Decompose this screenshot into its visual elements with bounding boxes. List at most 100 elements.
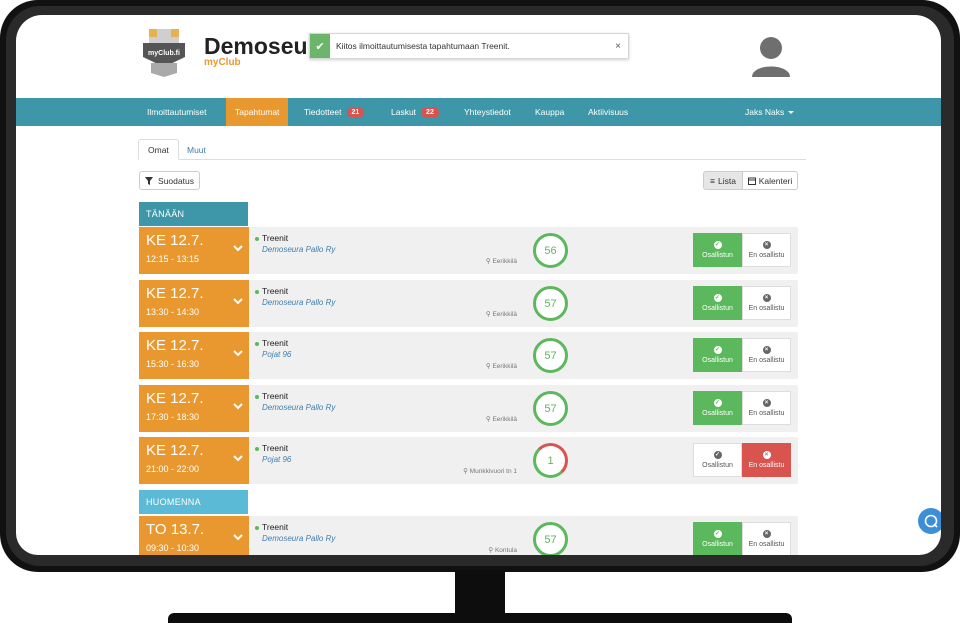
event-location-text: Eerikkilä	[492, 258, 517, 265]
event-location: ⚲ Eerikkilä	[486, 310, 517, 318]
nav-item-tapahtumat[interactable]: Tapahtumat	[226, 98, 289, 126]
event-title: Treenit	[262, 522, 289, 532]
help-chat-button[interactable]	[918, 508, 941, 534]
status-dot	[255, 526, 259, 530]
check-circle-icon: ✓	[713, 530, 722, 538]
event-group-link[interactable]: Demoseura Pallo Ry	[262, 245, 335, 254]
nav-label: Tiedotteet	[304, 107, 342, 117]
nav-item-kauppa[interactable]: Kauppa	[526, 98, 573, 126]
attend-button[interactable]: ✓ Osallistun	[693, 391, 742, 425]
attend-label: Osallistun	[702, 252, 733, 259]
not-attend-button[interactable]: × En osallistu	[742, 338, 791, 372]
event-row[interactable]: TO 13.7. 09:30 - 10:30 Treenit Demoseura…	[139, 516, 798, 555]
event-time: 12:15 - 13:15	[146, 254, 200, 264]
not-attend-button[interactable]: × En osallistu	[742, 443, 791, 477]
nav-item-yhteystiedot[interactable]: Yhteystiedot	[455, 98, 520, 126]
x-circle-icon: ×	[762, 530, 771, 538]
nav-label: Ilmoittautumiset	[147, 107, 207, 117]
chevron-down-icon[interactable]	[233, 243, 243, 253]
attend-button[interactable]: ✓ Osallistun	[693, 522, 742, 555]
filter-button[interactable]: Suodatus	[139, 171, 200, 190]
not-attend-button[interactable]: × En osallistu	[742, 233, 791, 267]
close-icon[interactable]: ×	[608, 41, 628, 52]
tab-muut[interactable]: Muut	[178, 139, 215, 160]
x-circle-icon: ×	[762, 451, 771, 459]
status-dot	[255, 447, 259, 451]
attend-label: Osallistun	[702, 305, 733, 312]
event-row[interactable]: KE 12.7. 12:15 - 13:15 Treenit Demoseura…	[139, 227, 798, 274]
chevron-down-icon[interactable]	[233, 453, 243, 463]
attend-button[interactable]: ✓ Osallistun	[693, 286, 742, 320]
event-location: ⚲ Eerikkilä	[486, 415, 517, 423]
x-circle-icon: ×	[762, 399, 771, 407]
event-time: 21:00 - 22:00	[146, 464, 200, 474]
main-nav: Ilmoittautumiset Tapahtumat Tiedotteet 21…	[16, 98, 941, 126]
check-icon: ✔	[310, 34, 330, 58]
section-today: TÄNÄÄN	[139, 202, 248, 226]
event-group-link[interactable]: Demoseura Pallo Ry	[262, 534, 335, 543]
chevron-down-icon[interactable]	[233, 532, 243, 542]
attend-button[interactable]: ✓ Osallistun	[693, 233, 742, 267]
nav-label: Tapahtumat	[235, 107, 280, 117]
event-date-box[interactable]: KE 12.7. 17:30 - 18:30	[139, 385, 249, 432]
event-group-link[interactable]: Pojat 96	[262, 455, 291, 464]
event-row[interactable]: KE 12.7. 15:30 - 16:30 Treenit Pojat 96 …	[139, 332, 798, 379]
not-attend-button[interactable]: × En osallistu	[742, 522, 791, 555]
chat-bubble-icon	[924, 514, 938, 528]
brand-subtitle: myClub	[204, 57, 241, 68]
event-day: KE 12.7.	[146, 285, 204, 302]
event-row[interactable]: KE 12.7. 17:30 - 18:30 Treenit Demoseura…	[139, 385, 798, 432]
event-row[interactable]: KE 12.7. 13:30 - 14:30 Treenit Demoseura…	[139, 280, 798, 327]
check-circle-icon: ✓	[713, 399, 722, 407]
nav-item-laskut[interactable]: Laskut 22	[382, 98, 448, 126]
user-avatar-icon[interactable]	[751, 35, 791, 77]
event-title: Treenit	[262, 443, 289, 453]
check-circle-icon: ✓	[713, 451, 722, 459]
nav-item-tiedotteet[interactable]: Tiedotteet 21	[295, 98, 373, 126]
list-view-button[interactable]: ≡ Lista	[703, 171, 743, 190]
event-day: KE 12.7.	[146, 442, 204, 459]
not-attend-button[interactable]: × En osallistu	[742, 391, 791, 425]
nav-item-ilmoittautumiset[interactable]: Ilmoittautumiset	[138, 98, 216, 126]
event-location-text: Eerikkilä	[492, 363, 517, 370]
check-circle-icon: ✓	[713, 294, 722, 302]
attend-button[interactable]: ✓ Osallistun	[693, 443, 742, 477]
event-date-box[interactable]: KE 12.7. 13:30 - 14:30	[139, 280, 249, 327]
event-group-link[interactable]: Demoseura Pallo Ry	[262, 298, 335, 307]
event-date-box[interactable]: TO 13.7. 09:30 - 10:30	[139, 516, 249, 555]
chevron-down-icon[interactable]	[233, 401, 243, 411]
event-group-link[interactable]: Demoseura Pallo Ry	[262, 403, 335, 412]
laskut-badge: 22	[421, 106, 439, 118]
nav-item-aktiivisuus[interactable]: Aktiivisuus	[579, 98, 637, 126]
event-time: 17:30 - 18:30	[146, 412, 200, 422]
tab-omat[interactable]: Omat	[138, 139, 179, 160]
x-circle-icon: ×	[762, 346, 771, 354]
event-location: ⚲ Eerikkilä	[486, 257, 517, 265]
nav-label: Kauppa	[535, 107, 565, 117]
attend-button[interactable]: ✓ Osallistun	[693, 338, 742, 372]
attend-label: Osallistun	[702, 541, 733, 548]
event-title: Treenit	[262, 391, 289, 401]
participant-count: 57	[533, 522, 568, 555]
not-attend-button[interactable]: × En osallistu	[742, 286, 791, 320]
event-day: TO 13.7.	[146, 521, 205, 538]
event-day: KE 12.7.	[146, 232, 204, 249]
chevron-down-icon[interactable]	[233, 296, 243, 306]
app-screen: myClub.fi Demoseur myClub ✔ Kiitos ilmoi…	[16, 15, 941, 555]
event-date-box[interactable]: KE 12.7. 21:00 - 22:00	[139, 437, 249, 484]
event-title: Treenit	[262, 338, 289, 348]
event-row[interactable]: KE 12.7. 21:00 - 22:00 Treenit Pojat 96 …	[139, 437, 798, 484]
event-group-link[interactable]: Pojat 96	[262, 350, 291, 359]
calendar-label: Kalenteri	[758, 175, 793, 186]
caret-down-icon	[788, 110, 795, 114]
event-tabs: Omat Muut	[138, 139, 806, 160]
not-attend-label: En osallistu	[748, 357, 785, 364]
calendar-view-button[interactable]: Kalenteri	[742, 171, 798, 190]
user-menu[interactable]: Jaks Naks	[736, 98, 803, 126]
chevron-down-icon[interactable]	[233, 348, 243, 358]
monitor-stand-base	[168, 613, 792, 623]
tiedotteet-badge: 21	[346, 106, 365, 118]
event-date-box[interactable]: KE 12.7. 15:30 - 16:30	[139, 332, 249, 379]
event-location: ⚲ Eerikkilä	[486, 362, 517, 370]
event-date-box[interactable]: KE 12.7. 12:15 - 13:15	[139, 227, 249, 274]
